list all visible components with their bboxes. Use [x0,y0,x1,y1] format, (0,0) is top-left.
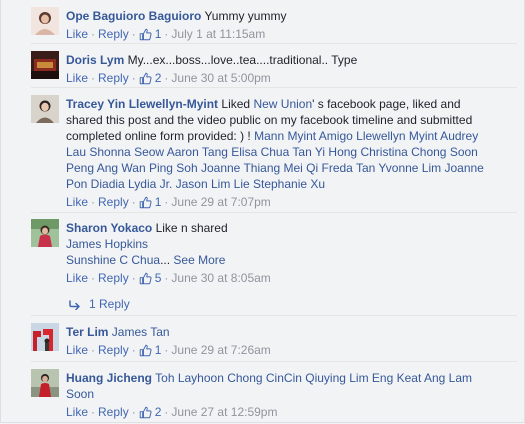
comment-actions: Like · Reply · 1 · June 29 at 7:26am [66,342,484,361]
comment-author[interactable]: Sharon Yokaco [66,221,152,235]
ellipsis: ... [160,253,171,267]
comment-text: Liked [221,97,251,111]
avatar[interactable] [31,95,59,123]
reply-button[interactable]: Reply [98,195,129,209]
timestamp[interactable]: June 27 at 12:59pm [171,405,277,419]
separator: · [91,27,96,41]
separator: · [131,71,136,85]
timestamp[interactable]: June 29 at 7:07pm [171,195,270,209]
divider [31,315,517,316]
separator: · [131,405,136,419]
like-button[interactable]: Like [66,271,88,285]
reply-button[interactable]: Reply [98,405,129,419]
like-button[interactable]: Like [66,405,88,419]
thumbs-up-icon [139,406,152,422]
timestamp[interactable]: July 1 at 11:15am [171,27,265,41]
comment-author[interactable]: Ter Lim [66,325,108,339]
divider [31,212,517,213]
thumbs-up-icon [139,272,152,289]
reply-arrow-icon [69,298,81,314]
avatar[interactable] [31,51,59,79]
page-link[interactable]: New Union [253,97,312,111]
reply-button[interactable]: Reply [98,271,129,285]
thumbs-up-icon [139,344,152,361]
tagged-person[interactable]: James Hopkins [66,236,484,252]
separator: · [131,343,136,357]
separator: · [91,71,96,85]
separator: · [91,343,96,357]
reply-button[interactable]: Reply [98,27,129,41]
comment-actions: Like · Reply · 2 · June 27 at 12:59pm [66,404,484,422]
separator: · [164,271,169,285]
separator: · [164,71,169,85]
tagged-person[interactable]: Sunshine C Chua [66,253,160,267]
reply-button[interactable]: Reply [98,71,129,85]
separator: · [131,27,136,41]
comment-author[interactable]: Tracey Yin Llewellyn-Myint [66,97,218,111]
like-button[interactable]: Like [66,195,88,209]
divider [31,87,517,88]
thumbs-up-icon [139,196,152,213]
separator: · [131,195,136,209]
separator: · [91,195,96,209]
separator: · [164,343,169,357]
replies-count-label[interactable]: 1 Reply [89,297,130,311]
timestamp[interactable]: June 30 at 5:00pm [171,71,270,85]
comment-text: My...ex...boss...love..tea....traditiona… [127,53,358,67]
comment-text: Yummy yummy [204,9,287,23]
separator: · [91,405,96,419]
view-replies-link[interactable]: 1 Reply [69,296,130,314]
comments-panel: Ope Baguioro Baguioro Yummy yummy Like · R… [0,0,525,423]
like-button[interactable]: Like [66,71,88,85]
see-more-link[interactable]: See More [173,253,225,267]
avatar[interactable] [31,369,59,397]
avatar[interactable] [31,7,59,35]
divider [31,43,517,44]
like-button[interactable]: Like [66,343,88,357]
comment-actions: Like · Reply · 5 · June 30 at 8:05am [66,270,484,289]
avatar[interactable] [31,219,59,247]
comment-text: Like n shared [155,221,228,235]
comment-actions: Like · Reply · 1 · June 29 at 7:07pm [66,194,484,213]
tagged-people[interactable]: James Tan [112,325,170,339]
separator: · [164,27,169,41]
separator: · [131,271,136,285]
separator: · [91,271,96,285]
comment-author[interactable]: Doris Lym [66,53,124,67]
reply-button[interactable]: Reply [98,343,129,357]
comment-author[interactable]: Ope Baguioro Baguioro [66,9,201,23]
like-button[interactable]: Like [66,27,88,41]
divider [31,361,517,362]
timestamp[interactable]: June 29 at 7:26am [171,343,270,357]
separator: · [164,195,169,209]
comment-author[interactable]: Huang Jicheng [66,371,152,385]
timestamp[interactable]: June 30 at 8:05am [171,271,270,285]
avatar[interactable] [31,323,59,351]
separator: · [164,405,169,419]
